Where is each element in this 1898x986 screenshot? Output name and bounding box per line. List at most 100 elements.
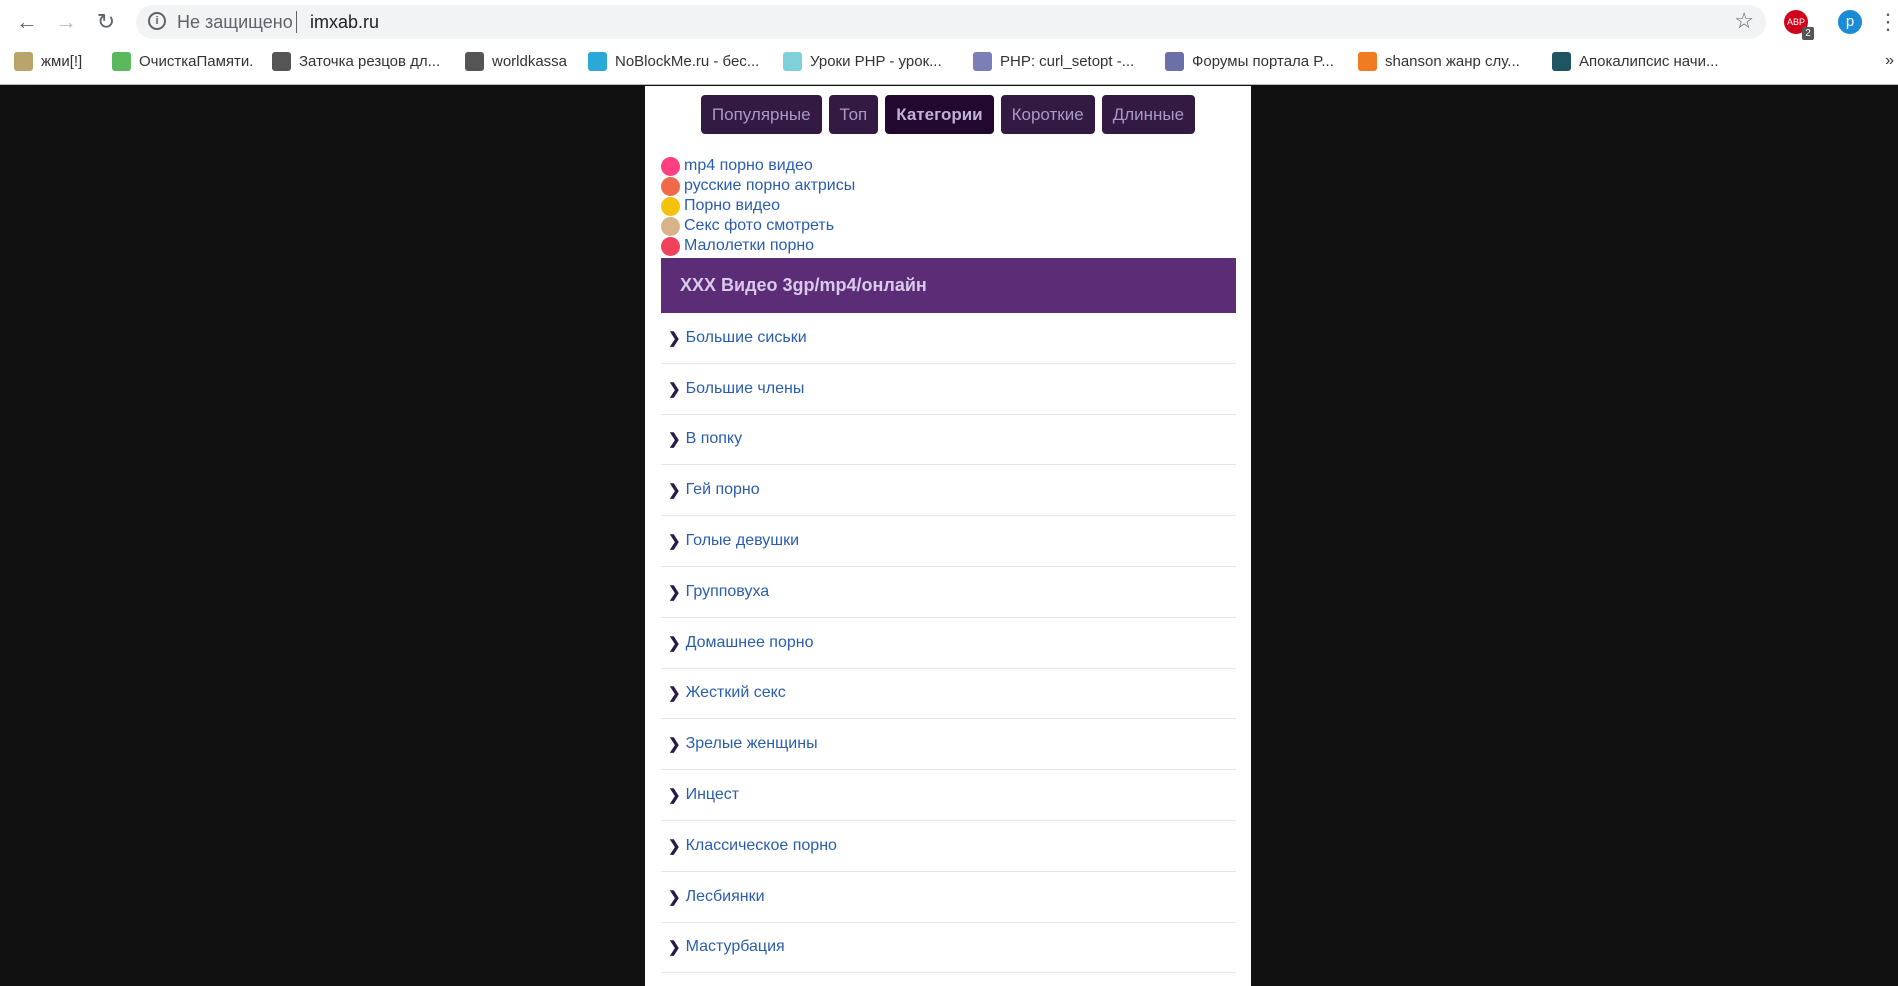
bookmark-item[interactable]: Апокалипсис начи... bbox=[1552, 48, 1719, 74]
category-item[interactable]: ❯ В попку bbox=[661, 415, 1236, 466]
promo-link[interactable]: mp4 порно видео bbox=[661, 156, 855, 176]
category-label: Мастурбация bbox=[685, 938, 785, 956]
nav-tabs: Популярные Топ Категории Короткие Длинные bbox=[645, 95, 1251, 134]
bookmark-item[interactable]: shanson жанр слу... bbox=[1358, 48, 1520, 74]
promo-link-label: Малолетки порно bbox=[684, 237, 815, 254]
category-label: Инцест bbox=[685, 786, 740, 804]
category-label: Классическое порно bbox=[685, 836, 837, 854]
category-item[interactable]: ❯ Домашнее порно bbox=[661, 618, 1236, 669]
category-item[interactable]: ❯ Групповуха bbox=[661, 567, 1236, 618]
chevron-right-icon: ❯ bbox=[668, 787, 681, 805]
bookmark-item[interactable]: Уроки PHP - урок... bbox=[783, 48, 942, 74]
address-bar[interactable]: i Не защищено imxab.ru ☆ bbox=[136, 5, 1766, 39]
category-label: Жесткий секс bbox=[685, 684, 786, 702]
globe-icon bbox=[465, 51, 484, 71]
bookmark-item[interactable]: Заточка резцов дл... bbox=[272, 48, 440, 74]
promo-link[interactable]: Малолетки порно bbox=[661, 236, 855, 256]
promo-link-label: русские порно актрисы bbox=[684, 177, 856, 194]
user-icon bbox=[112, 51, 131, 71]
promo-links: mp4 порно видео русские порно актрисы Порн… bbox=[661, 156, 855, 256]
exclamation-icon bbox=[14, 51, 33, 71]
category-item[interactable]: ❯ Гей порно bbox=[661, 465, 1236, 517]
category-label: Большие сиськи bbox=[685, 328, 807, 346]
php-icon bbox=[973, 51, 992, 71]
category-list: ❯ Большие сиськи ❯ Большие члены ❯ В попку ❯ Ге… bbox=[661, 313, 1236, 974]
bookmarks-overflow-button[interactable]: » bbox=[1885, 48, 1894, 74]
back-button[interactable]: ← bbox=[14, 9, 40, 35]
bookmark-label: NoBlockMe.ru - бес... bbox=[615, 52, 760, 70]
chevron-right-icon: ❯ bbox=[668, 837, 681, 855]
chevron-right-icon: ❯ bbox=[668, 888, 681, 906]
menu-icon[interactable]: ⋮ bbox=[1877, 9, 1898, 35]
bookmark-label: жми[!] bbox=[41, 52, 83, 70]
bookmark-label: ОчисткаПамяти. bbox=[139, 52, 254, 70]
reload-button[interactable]: ↻ bbox=[93, 9, 119, 35]
bookmark-item[interactable]: worldkassa bbox=[465, 48, 567, 74]
promo-link[interactable]: Порно видео bbox=[661, 196, 855, 216]
tab-1[interactable]: Топ bbox=[828, 95, 879, 134]
adblock-icon[interactable]: ABP 2 bbox=[1784, 10, 1814, 40]
chevron-right-icon: ❯ bbox=[668, 939, 681, 957]
security-label: Не защищено bbox=[177, 12, 293, 32]
promo-link[interactable]: Секс фото смотреть bbox=[661, 216, 855, 236]
category-label: Большие члены bbox=[685, 379, 805, 397]
category-label: Зрелые женщины bbox=[685, 735, 818, 753]
category-label: Гей порно bbox=[685, 481, 760, 499]
php-oval-icon bbox=[1165, 51, 1184, 71]
face-photo-icon bbox=[661, 216, 680, 236]
bookmarks-bar: жми[!] ОчисткаПамяти. Заточка резцов дл...… bbox=[0, 48, 1898, 76]
star-icon[interactable]: ☆ bbox=[1734, 8, 1754, 34]
tab-4[interactable]: Длинные bbox=[1101, 95, 1196, 134]
chevron-right-icon: ❯ bbox=[668, 482, 681, 500]
adblock-count: 2 bbox=[1802, 27, 1814, 40]
category-label: Домашнее порно bbox=[685, 633, 814, 651]
chevron-right-icon: ❯ bbox=[668, 329, 681, 347]
bookmark-item[interactable]: NoBlockMe.ru - бес... bbox=[588, 48, 759, 74]
page-content: Популярные Топ Категории Короткие Длинные mp… bbox=[645, 86, 1251, 986]
promo-link-label: Порно видео bbox=[684, 197, 781, 214]
bookmark-label: shanson жанр слу... bbox=[1385, 52, 1520, 70]
bookmark-label: worldkassa bbox=[492, 52, 568, 70]
bookmark-item[interactable]: жми[!] bbox=[14, 48, 82, 74]
bookmark-label: Апокалипсис начи... bbox=[1579, 52, 1719, 70]
chevron-right-icon: ❯ bbox=[668, 583, 681, 601]
category-label: Голые девушки bbox=[685, 532, 800, 550]
category-item[interactable]: ❯ Большие сиськи bbox=[661, 313, 1236, 364]
chevron-right-icon: ❯ bbox=[668, 431, 681, 449]
promo-link-label: mp4 порно видео bbox=[684, 157, 813, 174]
tab-2[interactable]: Категории bbox=[885, 95, 994, 134]
info-icon[interactable]: i bbox=[148, 12, 166, 30]
forward-button[interactable]: → bbox=[53, 9, 79, 35]
bookmark-label: PHP: curl_setopt -... bbox=[1000, 52, 1135, 70]
url-text[interactable]: imxab.ru bbox=[310, 12, 379, 33]
category-item[interactable]: ❯ Классическое порно bbox=[661, 821, 1236, 872]
bookmark-item[interactable]: Форумы портала P... bbox=[1165, 48, 1334, 74]
play-icon bbox=[1552, 51, 1571, 71]
play-circle-icon bbox=[661, 156, 680, 176]
category-label: Групповуха bbox=[685, 582, 770, 600]
category-item[interactable]: ❯ Голые девушки bbox=[661, 516, 1236, 567]
bookmark-label: Заточка резцов дл... bbox=[299, 52, 441, 70]
nb-icon bbox=[588, 51, 607, 71]
headphones-icon bbox=[1358, 51, 1377, 71]
bookmark-label: Уроки PHP - урок... bbox=[810, 52, 942, 70]
category-item[interactable]: ❯ Зрелые женщины bbox=[661, 719, 1236, 771]
category-item[interactable]: ❯ Жесткий секс bbox=[661, 669, 1236, 720]
chevron-right-icon: ❯ bbox=[668, 533, 681, 551]
tab-0[interactable]: Популярные bbox=[700, 95, 822, 134]
category-item[interactable]: ❯ Лесбиянки bbox=[661, 872, 1236, 923]
category-label: Лесбиянки bbox=[685, 887, 765, 905]
chevron-right-icon: ❯ bbox=[668, 634, 681, 652]
category-item[interactable]: ❯ Инцест bbox=[661, 770, 1236, 821]
section-header: XXX Видео 3gp/mp4/онлайн bbox=[661, 258, 1236, 313]
bookmark-item[interactable]: PHP: curl_setopt -... bbox=[973, 48, 1134, 74]
bookmark-item[interactable]: ОчисткаПамяти. bbox=[112, 48, 253, 74]
lips-icon bbox=[661, 236, 680, 256]
promo-link[interactable]: русские порно актрисы bbox=[661, 176, 855, 196]
wrench-icon bbox=[272, 51, 291, 71]
tab-3[interactable]: Короткие bbox=[1000, 95, 1095, 134]
category-item[interactable]: ❯ Большие члены bbox=[661, 364, 1236, 415]
category-item[interactable]: ❯ Мастурбация bbox=[661, 923, 1236, 974]
avatar[interactable]: p bbox=[1838, 10, 1862, 34]
gender-icon bbox=[661, 176, 680, 196]
